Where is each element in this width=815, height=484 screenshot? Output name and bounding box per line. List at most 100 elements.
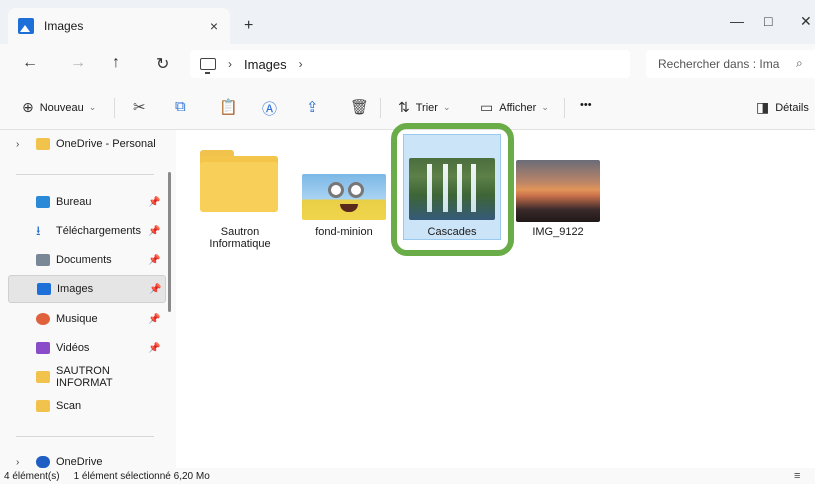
minimize-button[interactable]: — — [730, 13, 744, 29]
new-tab-button[interactable]: + — [244, 17, 253, 35]
images-icon — [37, 283, 51, 295]
mouth-shape — [340, 204, 358, 212]
file-name: Cascades — [427, 226, 477, 238]
cascades-thumbnail — [409, 158, 495, 220]
sidebar-item-scan[interactable]: Scan — [8, 392, 166, 420]
copy-icon[interactable]: ⧉ — [175, 98, 186, 115]
sidebar-item-label: OneDrive — [56, 456, 103, 468]
refresh-button[interactable]: ↻ — [156, 54, 169, 74]
desktop-icon — [36, 196, 50, 208]
divider — [380, 98, 381, 118]
new-button[interactable]: ⊕ Nouveau ⌄ — [22, 99, 96, 116]
this-pc-icon — [200, 58, 216, 74]
details-button[interactable]: ◨ Détails — [756, 99, 809, 116]
paste-icon[interactable]: 📋 — [219, 98, 238, 116]
images-icon — [18, 18, 34, 34]
view-label: Afficher — [499, 101, 537, 114]
breadcrumb-images[interactable]: Images — [244, 57, 287, 72]
search-input[interactable]: Rechercher dans : Ima ⌕ — [646, 50, 815, 78]
divider — [114, 98, 115, 118]
minion-thumbnail — [302, 174, 386, 220]
sidebar-item-label: Images — [57, 283, 94, 295]
chevron-right-icon[interactable]: › — [16, 139, 19, 150]
sidebar-item-label: Scan — [56, 400, 82, 412]
new-label: Nouveau — [39, 101, 84, 114]
divider — [16, 174, 154, 175]
pin-icon: 📌 — [148, 342, 161, 354]
item-count: 4 élément(s) — [4, 470, 60, 482]
command-bar: ⊕ Nouveau ⌄ ✂ ⧉ 📋 Ⓐ ⇪ 🗑 ⇅ Trier ⌄ ▭ Affi… — [0, 84, 815, 130]
file-name: IMG_9122 — [532, 226, 584, 238]
chevron-right-icon[interactable]: › — [16, 457, 19, 468]
sidebar-item-label: Musique — [56, 313, 98, 325]
pin-icon: 📌 — [148, 196, 161, 208]
up-button[interactable]: ↑ — [112, 54, 120, 72]
cut-icon[interactable]: ✂ — [133, 98, 146, 116]
sort-label: Trier — [415, 101, 438, 114]
sidebar-item-documents[interactable]: Documents 📌 — [8, 246, 166, 274]
close-window-button[interactable]: ✕ — [800, 13, 812, 30]
view-button[interactable]: ▭ Afficher ⌄ — [480, 99, 549, 116]
sidebar-item-images[interactable]: Images 📌 — [8, 275, 166, 303]
details-view-icon[interactable]: ≡ — [794, 470, 800, 482]
document-icon — [36, 254, 50, 266]
back-button[interactable]: ← — [22, 54, 38, 72]
close-tab-icon[interactable]: × — [210, 18, 218, 34]
tab-bar: Images × + — □ ✕ — [0, 0, 815, 44]
sidebar-item-label: Documents — [56, 254, 112, 266]
sidebar-item-telechargements[interactable]: ⭳ Téléchargements 📌 — [8, 217, 166, 245]
goggle-shape — [328, 182, 344, 198]
sidebar-item-label: SAUTRON INFORMAT — [56, 365, 113, 389]
plus-circle-icon: ⊕ — [22, 99, 34, 115]
waterfall-shape — [443, 164, 448, 212]
tab-title: Images — [44, 19, 84, 33]
status-bar: 4 élément(s) 1 élément sélectionné 6,20 … — [0, 468, 815, 484]
delete-icon[interactable]: 🗑 — [350, 98, 369, 116]
sidebar-scrollbar[interactable] — [168, 172, 171, 312]
pin-icon: 📌 — [148, 313, 161, 325]
chevron-right-icon[interactable]: › — [299, 57, 303, 71]
folder-icon — [36, 371, 50, 383]
goggle-shape — [348, 182, 364, 198]
waterfall-shape — [471, 164, 476, 212]
navigation-pane: › OneDrive - Personal Bureau 📌 ⭳ Télécha… — [0, 130, 176, 470]
waterfall-shape — [457, 164, 462, 212]
sidebar-item-label: Bureau — [56, 196, 92, 208]
address-bar[interactable]: › Images › — [190, 50, 630, 78]
sidebar-item-videos[interactable]: Vidéos 📌 — [8, 334, 166, 362]
file-name: Sautron Informatique — [209, 226, 271, 250]
sidebar-item-label: Vidéos — [56, 342, 90, 354]
cloud-icon — [36, 456, 50, 468]
chevron-right-icon: › — [228, 57, 232, 71]
selection-info: 1 élément sélectionné 6,20 Mo — [73, 470, 210, 482]
tab-images[interactable]: Images × — [8, 8, 230, 44]
maximize-button[interactable]: □ — [764, 13, 772, 29]
view-icon: ▭ — [480, 99, 494, 115]
file-explorer-window: Images × + — □ ✕ ← → ↑ ↻ › Images › Rech… — [0, 0, 815, 484]
forward-button[interactable]: → — [70, 54, 86, 72]
sidebar-item-bureau[interactable]: Bureau 📌 — [8, 188, 166, 216]
file-name: fond-minion — [315, 226, 373, 238]
sunset-thumbnail — [516, 160, 600, 222]
sidebar-item-musique[interactable]: Musique 📌 — [8, 305, 166, 333]
share-icon[interactable]: ⇪ — [306, 98, 319, 116]
sidebar-item-sautron-informatique[interactable]: SAUTRON INFORMAT — [8, 363, 166, 391]
search-icon: ⌕ — [796, 56, 803, 70]
details-label: Détails — [775, 101, 809, 114]
file-list: Sautron Informatique fond-minion Cascade… — [176, 130, 815, 470]
chevron-down-icon: ⌄ — [88, 102, 97, 112]
waterfall-shape — [427, 164, 432, 212]
sidebar-item-label: OneDrive - Personal — [56, 138, 156, 150]
sort-icon: ⇅ — [398, 99, 410, 115]
search-placeholder: Rechercher dans : Ima — [658, 57, 780, 71]
more-options-button[interactable]: ••• — [580, 99, 592, 111]
folder-icon — [200, 150, 278, 212]
sidebar-item-onedrive-personal[interactable]: › OneDrive - Personal — [8, 130, 166, 158]
divider — [16, 436, 154, 437]
download-icon: ⭳ — [36, 223, 41, 238]
chevron-down-icon: ⌄ — [442, 102, 451, 112]
chevron-down-icon: ⌄ — [541, 102, 549, 112]
rename-icon[interactable]: Ⓐ — [262, 98, 277, 119]
sidebar-item-label: Téléchargements — [56, 225, 141, 237]
sort-button[interactable]: ⇅ Trier ⌄ — [398, 99, 450, 116]
